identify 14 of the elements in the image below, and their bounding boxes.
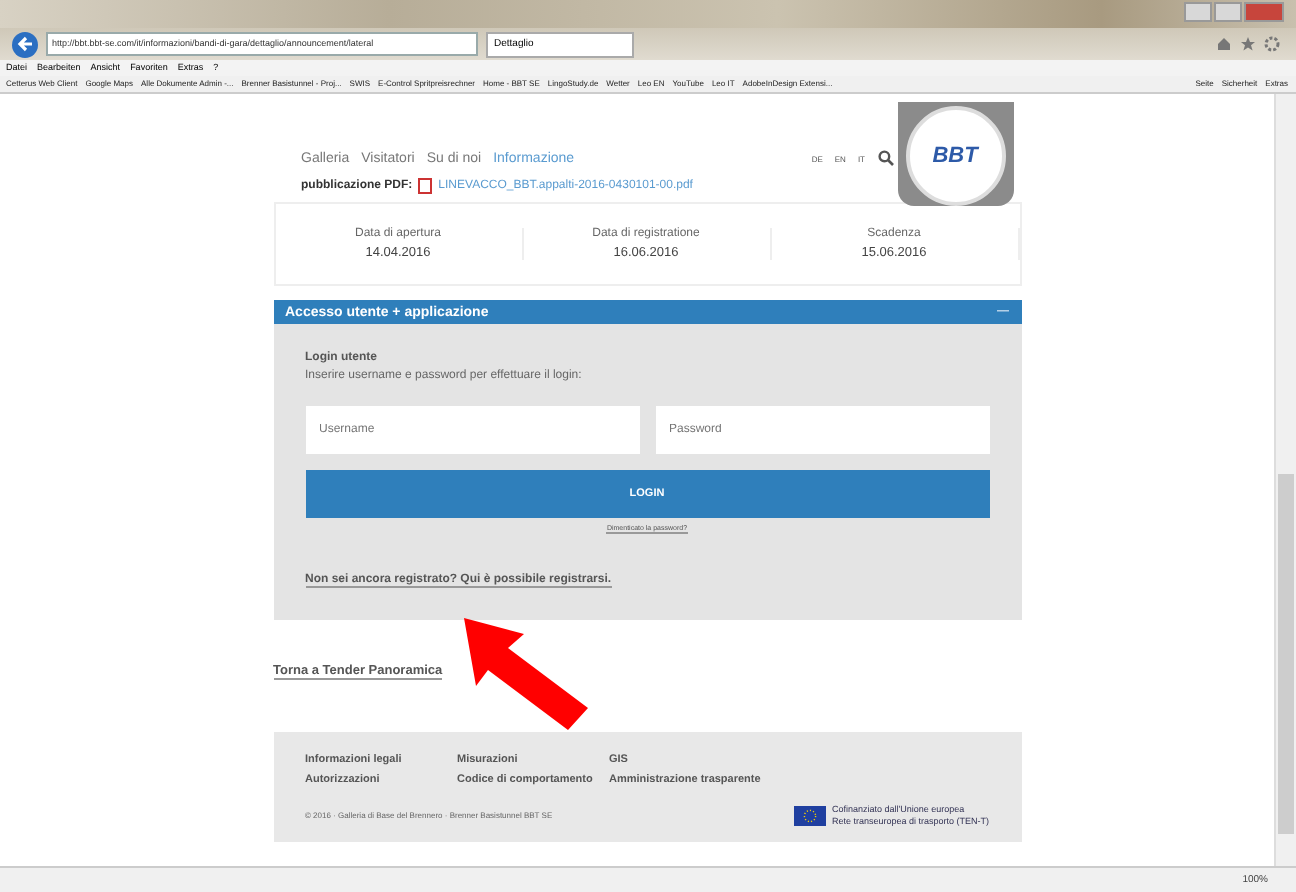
maximize-button[interactable] (1214, 2, 1242, 22)
pointer-arrow (464, 618, 588, 730)
home-icon[interactable] (1216, 36, 1232, 52)
logo-badge[interactable]: BBT (897, 102, 1013, 206)
logo-text: BBT (932, 144, 978, 168)
search-icon[interactable] (877, 150, 893, 166)
minimize-button[interactable] (1184, 2, 1212, 22)
eu-flag-icon (793, 805, 826, 825)
pdf-icon (418, 178, 433, 194)
close-button[interactable] (1244, 2, 1284, 22)
back-button[interactable] (12, 31, 38, 57)
settings-icon[interactable] (1264, 36, 1280, 52)
star-icon[interactable] (1240, 36, 1256, 52)
scrollbar[interactable] (1274, 94, 1296, 866)
